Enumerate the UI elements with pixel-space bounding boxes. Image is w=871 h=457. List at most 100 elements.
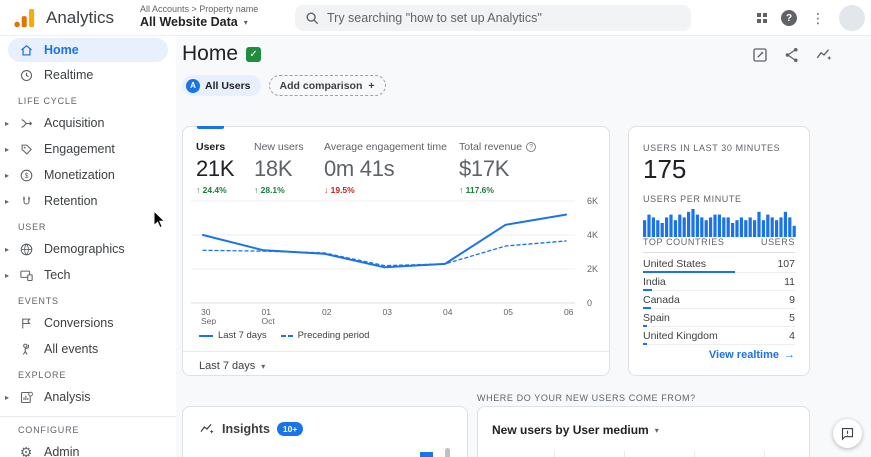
customize-report-icon[interactable]	[751, 46, 769, 64]
users-last-30-min-value: 175	[643, 154, 687, 184]
legend-preceding-period: Preceding period	[280, 330, 369, 341]
sidebar-item-admin[interactable]: ⚙ Admin	[0, 439, 176, 457]
globe-icon	[18, 241, 34, 257]
svg-text:$: $	[24, 173, 28, 180]
new-users-dimension-selector[interactable]: New users by User medium ▾	[492, 423, 659, 437]
sidebar-item-retention[interactable]: ▸ Retention	[0, 188, 176, 214]
sidebar-item-label: Monetization	[44, 168, 115, 182]
sidebar-item-acquisition[interactable]: ▸ Acquisition	[0, 110, 176, 136]
metric-new-users[interactable]: New users 18K ↑ 28.1%	[254, 141, 304, 195]
chart-gridline	[624, 451, 625, 457]
expand-arrow-icon[interactable]: ▸	[5, 197, 9, 206]
section-label: WHERE DO YOUR NEW USERS COME FROM?	[477, 393, 696, 403]
sidebar-item-label: Conversions	[44, 316, 114, 330]
chart-gridline	[694, 451, 695, 457]
insights-spark-icon	[200, 423, 214, 434]
insights-title: Insights	[222, 422, 270, 436]
sidebar-item-label: Acquisition	[44, 116, 105, 130]
sidebar-section-user: USER	[18, 222, 47, 232]
table-row-united-kingdom: United Kingdom 4	[643, 327, 795, 345]
info-icon[interactable]: ?	[526, 142, 537, 152]
date-range-selector[interactable]: Last 7 days ▾	[199, 360, 265, 372]
breadcrumb: All Accounts > Property name	[140, 4, 259, 14]
arrow-right-icon: →	[784, 349, 795, 361]
avatar[interactable]	[839, 5, 865, 31]
expand-arrow-icon[interactable]: ▸	[5, 119, 9, 128]
svg-text:4K: 4K	[587, 230, 598, 240]
expand-arrow-icon[interactable]: ▸	[5, 171, 9, 180]
gear-icon: ⚙	[19, 443, 33, 457]
feedback-button[interactable]	[833, 419, 862, 448]
realtime-title: USERS IN LAST 30 MINUTES	[643, 143, 781, 153]
help-icon[interactable]: ?	[781, 10, 797, 26]
svg-text:04: 04	[443, 307, 453, 317]
view-realtime-link[interactable]: View realtime →	[709, 349, 795, 361]
engagement-icon	[18, 141, 34, 157]
comparison-chips: A All Users Add comparison +	[182, 75, 386, 96]
search-input[interactable]	[327, 11, 681, 25]
metric-avg-engagement-time[interactable]: Average engagement time 0m 41s ↓ 19.5%	[324, 141, 447, 195]
expand-arrow-icon[interactable]: ▸	[5, 271, 9, 280]
sidebar-section-events: EVENTS	[18, 296, 59, 306]
sidebar-item-conversions[interactable]: Conversions	[0, 310, 176, 336]
sidebar-item-label: Realtime	[44, 68, 94, 82]
property-dropdown[interactable]: All Website Data ▾	[140, 15, 258, 29]
plus-icon: +	[368, 79, 375, 92]
acquisition-icon	[18, 115, 34, 131]
ga-home-screen: Analytics All Accounts > Property name A…	[0, 0, 871, 457]
app-bar-actions: ? ⋮	[757, 0, 865, 36]
all-users-chip[interactable]: A All Users	[182, 75, 261, 96]
legend-last-7-days: Last 7 days	[199, 330, 267, 341]
search-bar[interactable]	[295, 5, 691, 31]
clock-icon	[18, 67, 34, 83]
svg-text:6K: 6K	[587, 196, 598, 206]
page-title-row: Home ✓	[182, 42, 262, 66]
chevron-down-icon: ▾	[261, 361, 266, 371]
sidebar-item-label: Demographics	[44, 242, 125, 256]
flag-icon	[18, 315, 34, 331]
analysis-icon	[18, 389, 34, 405]
report-status-icon: ✓	[246, 46, 262, 62]
metric-users[interactable]: Users 21K ↑ 24.4%	[196, 141, 235, 195]
users-trend-chart: 6K 4K 2K 0 30 Sep 01 Oct 02 03 04 05 06	[191, 191, 605, 330]
add-comparison-chip[interactable]: Add comparison +	[268, 75, 386, 96]
sidebar-item-label: Admin	[44, 445, 80, 457]
dashed-line-swatch	[280, 334, 293, 337]
sidebar-section-life-cycle: LIFE CYCLE	[18, 96, 78, 106]
main-content: Home ✓ A All Users Add comparison + User…	[176, 36, 871, 457]
share-icon[interactable]	[783, 46, 801, 64]
sidebar-item-home[interactable]: Home	[8, 38, 168, 62]
sidebar-item-label: Analysis	[44, 390, 91, 404]
sidebar-item-engagement[interactable]: ▸ Engagement	[0, 136, 176, 162]
countries-table-header: TOP COUNTRIES USERS	[643, 237, 795, 253]
sidebar-item-demographics[interactable]: ▸ Demographics	[0, 236, 176, 262]
google-apps-icon[interactable]	[757, 13, 767, 23]
report-actions	[751, 46, 833, 64]
sidebar-item-realtime[interactable]: Realtime	[0, 62, 176, 88]
retention-icon	[18, 193, 34, 209]
svg-text:30Sep: 30 Sep	[201, 307, 216, 325]
chart-gridline	[554, 451, 555, 457]
more-vertical-icon[interactable]: ⋮	[811, 11, 825, 25]
sidebar-item-all-events[interactable]: All events	[0, 336, 176, 362]
sidebar-divider	[0, 416, 176, 417]
insights-header[interactable]: Insights 10+	[199, 421, 304, 437]
metric-total-revenue[interactable]: Total revenue ? $17K ↑ 117.6%	[459, 141, 537, 195]
page-title: Home	[182, 42, 239, 65]
expand-arrow-icon[interactable]: ▸	[5, 245, 9, 254]
sidebar-item-tech[interactable]: ▸ Tech	[0, 262, 176, 288]
table-row-united-states: United States 107	[643, 255, 795, 273]
scrollbar-thumb[interactable]	[445, 448, 450, 457]
sidebar-item-monetization[interactable]: ▸ $ Monetization	[0, 162, 176, 188]
home-icon	[18, 42, 34, 58]
chip-label: Add comparison	[279, 79, 363, 92]
expand-arrow-icon[interactable]: ▸	[5, 393, 9, 402]
insights-icon[interactable]	[815, 46, 833, 64]
country-bar	[643, 343, 647, 345]
sidebar-item-analysis[interactable]: ▸ Analysis	[0, 384, 176, 410]
analytics-logo-icon	[14, 8, 35, 28]
sidebar: Home Realtime LIFE CYCLE ▸ Acquisition ▸…	[0, 36, 176, 457]
expand-arrow-icon[interactable]: ▸	[5, 145, 9, 154]
svg-text:03: 03	[383, 307, 393, 317]
analytics-logo[interactable]: Analytics	[12, 7, 114, 29]
